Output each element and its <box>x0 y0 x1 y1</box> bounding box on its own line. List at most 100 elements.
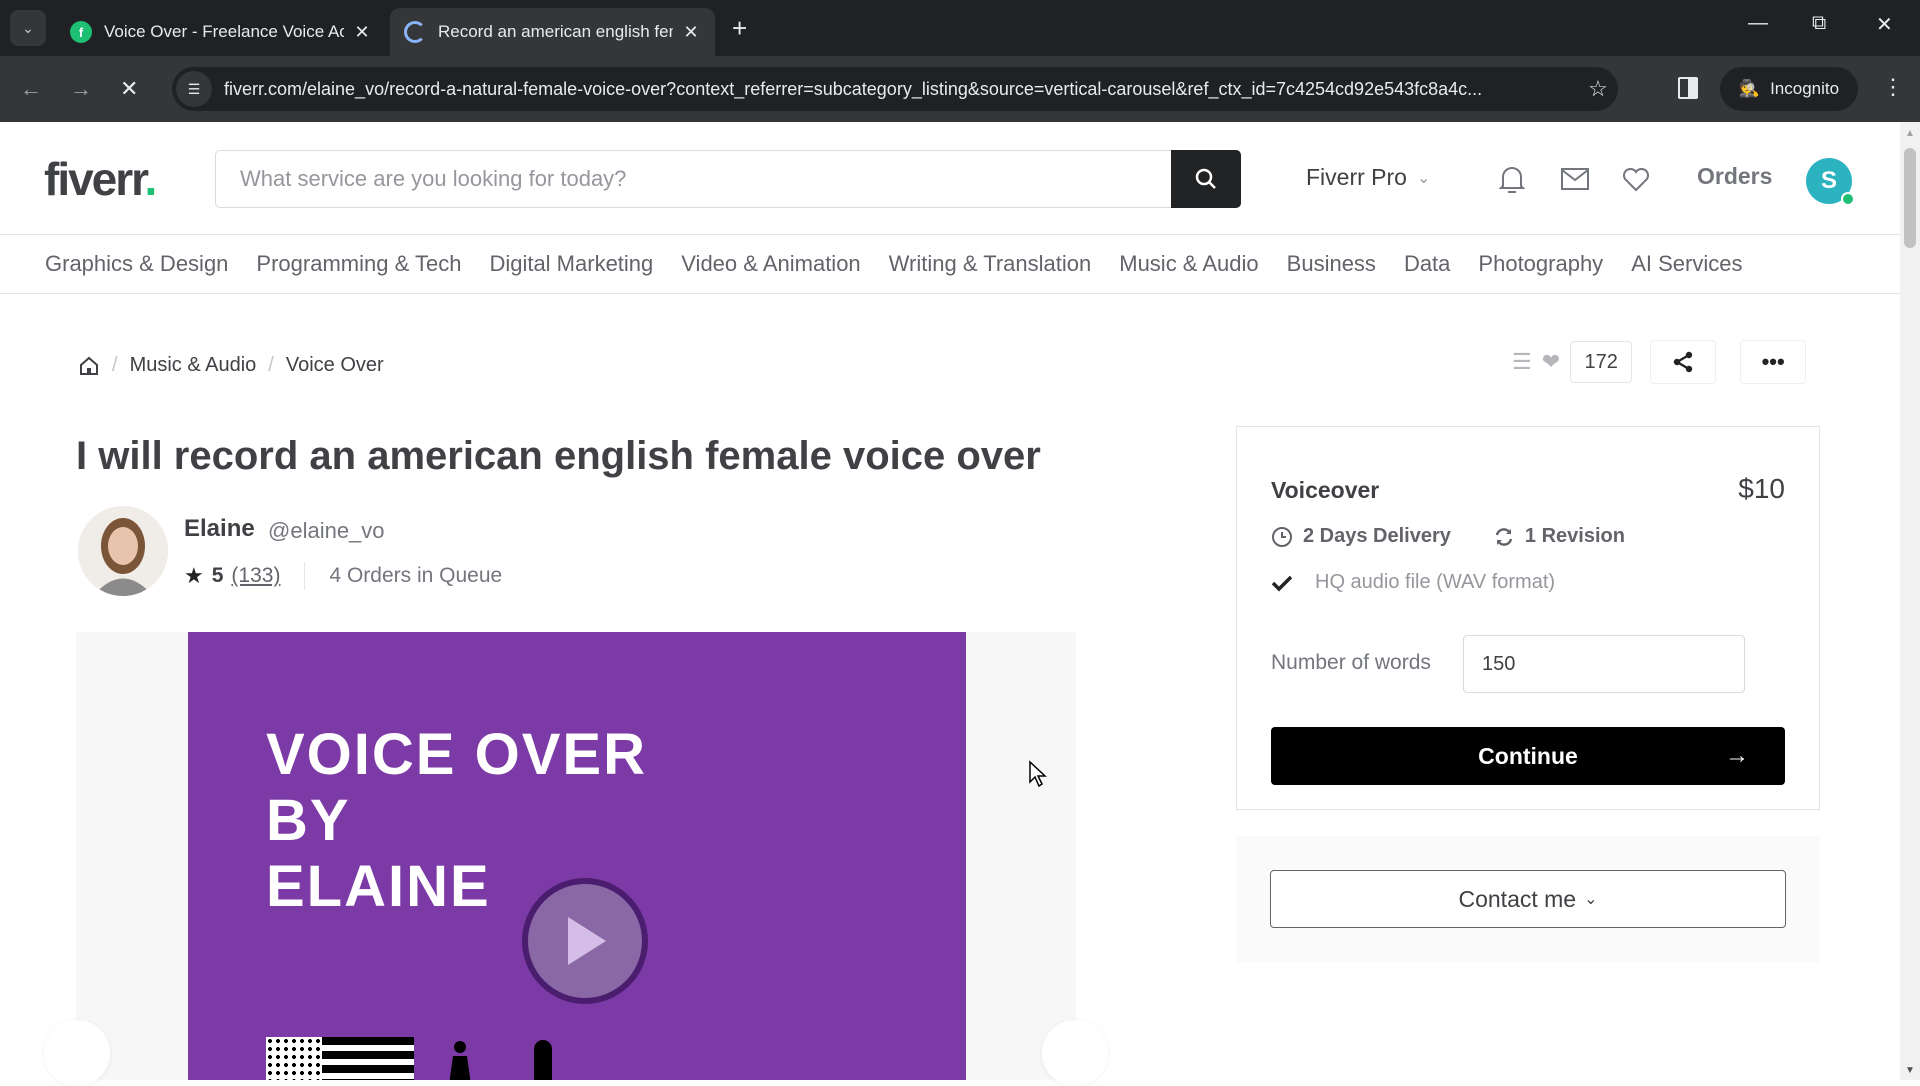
avatar-initial: S <box>1820 167 1837 194</box>
seller-name[interactable]: Elaine <box>184 515 255 543</box>
category-programming-tech[interactable]: Programming & Tech <box>256 251 461 277</box>
gig-gallery: VOICE OVER BY ELAINE <box>44 632 1108 1086</box>
fiverr-logo[interactable]: fiverr. <box>44 152 158 206</box>
contact-me-button[interactable]: Contact me ⌄ <box>1270 870 1786 928</box>
divider <box>304 562 306 590</box>
incognito-label: Incognito <box>1770 79 1840 98</box>
scroll-up-icon[interactable]: ▲ <box>1905 128 1915 139</box>
package-meta: 2 Days Delivery 1 Revision <box>1271 525 1625 548</box>
checkmark-icon <box>1271 575 1293 591</box>
chevron-down-icon: ⌄ <box>1584 891 1598 908</box>
breadcrumb-separator: / <box>268 354 274 376</box>
category-video-animation[interactable]: Video & Animation <box>681 251 860 277</box>
fiverr-pro-label: Fiverr Pro <box>1306 164 1407 190</box>
clock-icon <box>1272 526 1292 547</box>
list-icon[interactable]: ☰ <box>1512 349 1532 375</box>
rating-value: 5 <box>211 564 224 587</box>
category-business[interactable]: Business <box>1287 251 1376 277</box>
package-feature: HQ audio file (WAV format) <box>1271 571 1555 594</box>
more-options-button[interactable]: ••• <box>1740 340 1807 384</box>
url-text[interactable]: fiverr.com/elaine_vo/record-a-natural-fe… <box>224 79 1578 100</box>
category-nav: Graphics & Design Programming & Tech Dig… <box>0 234 1900 294</box>
share-icon <box>1673 351 1693 373</box>
revisions-count: 1 Revision <box>1524 525 1625 547</box>
browser-tab-bar: ⌄ f Voice Over - Freelance Voice Ac ✕ Re… <box>0 0 1920 56</box>
address-bar[interactable]: ☰ fiverr.com/elaine_vo/record-a-natural-… <box>172 67 1618 111</box>
tab-title: Voice Over - Freelance Voice Ac <box>104 22 344 41</box>
search-button[interactable] <box>1171 150 1241 208</box>
person-icon <box>449 1041 471 1080</box>
star-icon: ★ <box>184 563 204 588</box>
save-heart-icon[interactable]: ❤ <box>1542 349 1560 375</box>
continue-label: Continue <box>1478 742 1578 769</box>
site-settings-icon[interactable]: ☰ <box>176 71 212 107</box>
breadcrumb-separator: / <box>112 354 118 376</box>
tab-voice-over[interactable]: f Voice Over - Freelance Voice Ac ✕ <box>56 8 386 56</box>
search-input[interactable] <box>216 151 1171 207</box>
home-icon[interactable] <box>78 355 100 377</box>
chevron-down-icon: ⌄ <box>22 19 34 36</box>
seller-handle: @elaine_vo <box>268 518 385 543</box>
incognito-badge[interactable]: 🕵 Incognito <box>1720 67 1858 111</box>
loading-spinner-icon <box>404 21 426 43</box>
site-header: fiverr. Fiverr Pro ⌄ Orders S <box>0 122 1900 234</box>
gig-title: I will record an american english female… <box>76 434 1041 478</box>
contact-section: Contact me ⌄ <box>1236 836 1820 962</box>
messages-mail-icon[interactable] <box>1561 168 1589 190</box>
review-count-link[interactable]: (133) <box>231 564 280 588</box>
seller-photo <box>78 506 168 596</box>
breadcrumb: / Music & Audio / Voice Over <box>78 354 384 377</box>
category-data[interactable]: Data <box>1404 251 1450 277</box>
user-avatar[interactable]: S <box>1806 158 1855 206</box>
tab-title: Record an american english fem <box>438 22 673 41</box>
browser-menu-icon[interactable]: ⋮ <box>1882 74 1904 100</box>
package-name: Voiceover <box>1271 477 1380 503</box>
close-icon[interactable]: ✕ <box>352 22 372 43</box>
seller-avatar[interactable] <box>78 506 168 596</box>
search-icon <box>1195 168 1216 189</box>
window-close-icon[interactable]: ✕ <box>1876 12 1893 37</box>
gallery-slide-video[interactable]: VOICE OVER BY ELAINE <box>188 632 966 1080</box>
continue-button[interactable]: Continue → <box>1271 727 1785 785</box>
browser-toolbar: ← → ✕ ☰ fiverr.com/elaine_vo/record-a-na… <box>0 56 1920 122</box>
gallery-prev-button[interactable] <box>44 1020 110 1086</box>
minimize-icon[interactable]: — <box>1748 12 1768 35</box>
play-button[interactable] <box>522 878 648 1004</box>
gallery-next-button[interactable] <box>1042 1020 1108 1086</box>
favorites-heart-icon[interactable] <box>1622 168 1650 192</box>
category-writing-translation[interactable]: Writing & Translation <box>889 251 1092 277</box>
bookmark-star-icon[interactable]: ☆ <box>1578 76 1618 102</box>
forward-icon[interactable]: → <box>70 76 92 102</box>
scroll-down-icon[interactable]: ▼ <box>1905 1065 1915 1076</box>
play-icon <box>568 917 606 965</box>
category-photography[interactable]: Photography <box>1478 251 1603 277</box>
category-ai-services[interactable]: AI Services <box>1631 251 1742 277</box>
tab-search-button[interactable]: ⌄ <box>10 10 46 46</box>
close-icon[interactable]: ✕ <box>681 22 701 43</box>
orders-link[interactable]: Orders <box>1697 163 1772 190</box>
back-icon[interactable]: ← <box>20 76 42 102</box>
notification-bell-icon[interactable] <box>1498 164 1526 194</box>
side-panel-icon[interactable] <box>1678 77 1698 99</box>
breadcrumb-voice-over[interactable]: Voice Over <box>286 354 384 377</box>
logo-dot: . <box>144 153 158 205</box>
fiverr-pro-dropdown[interactable]: Fiverr Pro ⌄ <box>1306 164 1430 191</box>
category-music-audio[interactable]: Music & Audio <box>1119 251 1258 277</box>
stop-loading-icon[interactable]: ✕ <box>120 76 138 102</box>
breadcrumb-music-audio[interactable]: Music & Audio <box>130 354 257 377</box>
category-graphics-design[interactable]: Graphics & Design <box>45 251 228 277</box>
logo-text: fiverr <box>44 153 147 205</box>
incognito-icon: 🕵 <box>1738 79 1761 98</box>
feature-label: HQ audio file (WAV format) <box>1315 571 1556 593</box>
share-button[interactable] <box>1650 340 1717 384</box>
category-digital-marketing[interactable]: Digital Marketing <box>489 251 653 277</box>
fiverr-favicon-icon: f <box>70 21 92 43</box>
page-scrollbar[interactable]: ▲ ▼ <box>1900 122 1920 1080</box>
scrollbar-thumb[interactable] <box>1904 148 1916 248</box>
tab-record-american-english[interactable]: Record an american english fem ✕ <box>390 8 715 56</box>
save-count: 172 <box>1570 341 1633 383</box>
number-of-words-input[interactable] <box>1463 635 1745 693</box>
restore-icon[interactable]: ⧉ <box>1812 12 1826 35</box>
revision-refresh-icon <box>1495 527 1513 546</box>
new-tab-button[interactable]: + <box>732 14 747 42</box>
